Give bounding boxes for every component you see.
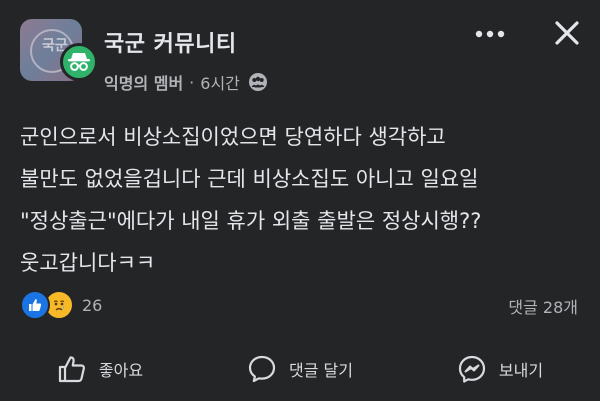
like-reaction-icon	[20, 290, 50, 320]
more-options-button[interactable]	[472, 20, 508, 48]
close-button[interactable]	[548, 14, 586, 52]
post-line: 불만도 없었을겁니다 근데 비상소집도 아니고 일요일	[20, 167, 479, 191]
more-dots-icon	[475, 30, 505, 38]
post-line: 군인으로서 비상소집이었으면 당연하다 생각하고	[20, 125, 446, 149]
share-button[interactable]: 보내기	[400, 340, 600, 398]
thumbs-up-icon	[58, 356, 85, 383]
post-line: "정상출근"에다가 내일 휴가 외출 출발은 정상시행??	[20, 209, 482, 233]
reaction-count: 26	[82, 295, 103, 315]
comment-button[interactable]: 댓글 달기	[200, 340, 400, 398]
group-members-icon	[248, 72, 268, 92]
close-icon	[555, 21, 579, 45]
group-name[interactable]: 국군 커뮤니티	[104, 26, 237, 58]
incognito-icon	[60, 43, 98, 81]
post-body: 군인으로서 비상소집이었으면 당연하다 생각하고 불만도 없었을겁니다 근데 비…	[20, 116, 585, 284]
comment-count-link[interactable]: 댓글 28개	[508, 294, 578, 318]
post-meta: 익명의 멤버 · 6시간	[104, 70, 268, 94]
comment-bubble-icon	[248, 355, 276, 383]
post-time[interactable]: 6시간	[200, 70, 240, 94]
like-button-label: 좋아요	[98, 361, 144, 380]
messenger-icon	[458, 355, 486, 383]
like-button[interactable]: 좋아요	[0, 340, 200, 398]
reaction-summary[interactable]: 26	[20, 290, 102, 320]
action-bar: 좋아요 댓글 달기 보내기	[0, 340, 600, 398]
share-button-label: 보내기	[498, 361, 544, 380]
author-name[interactable]: 익명의 멤버	[104, 70, 183, 94]
comment-button-label: 댓글 달기	[289, 361, 353, 380]
post-line: 웃고갑니다ㅋㅋ	[20, 251, 156, 275]
meta-separator: ·	[189, 72, 195, 92]
